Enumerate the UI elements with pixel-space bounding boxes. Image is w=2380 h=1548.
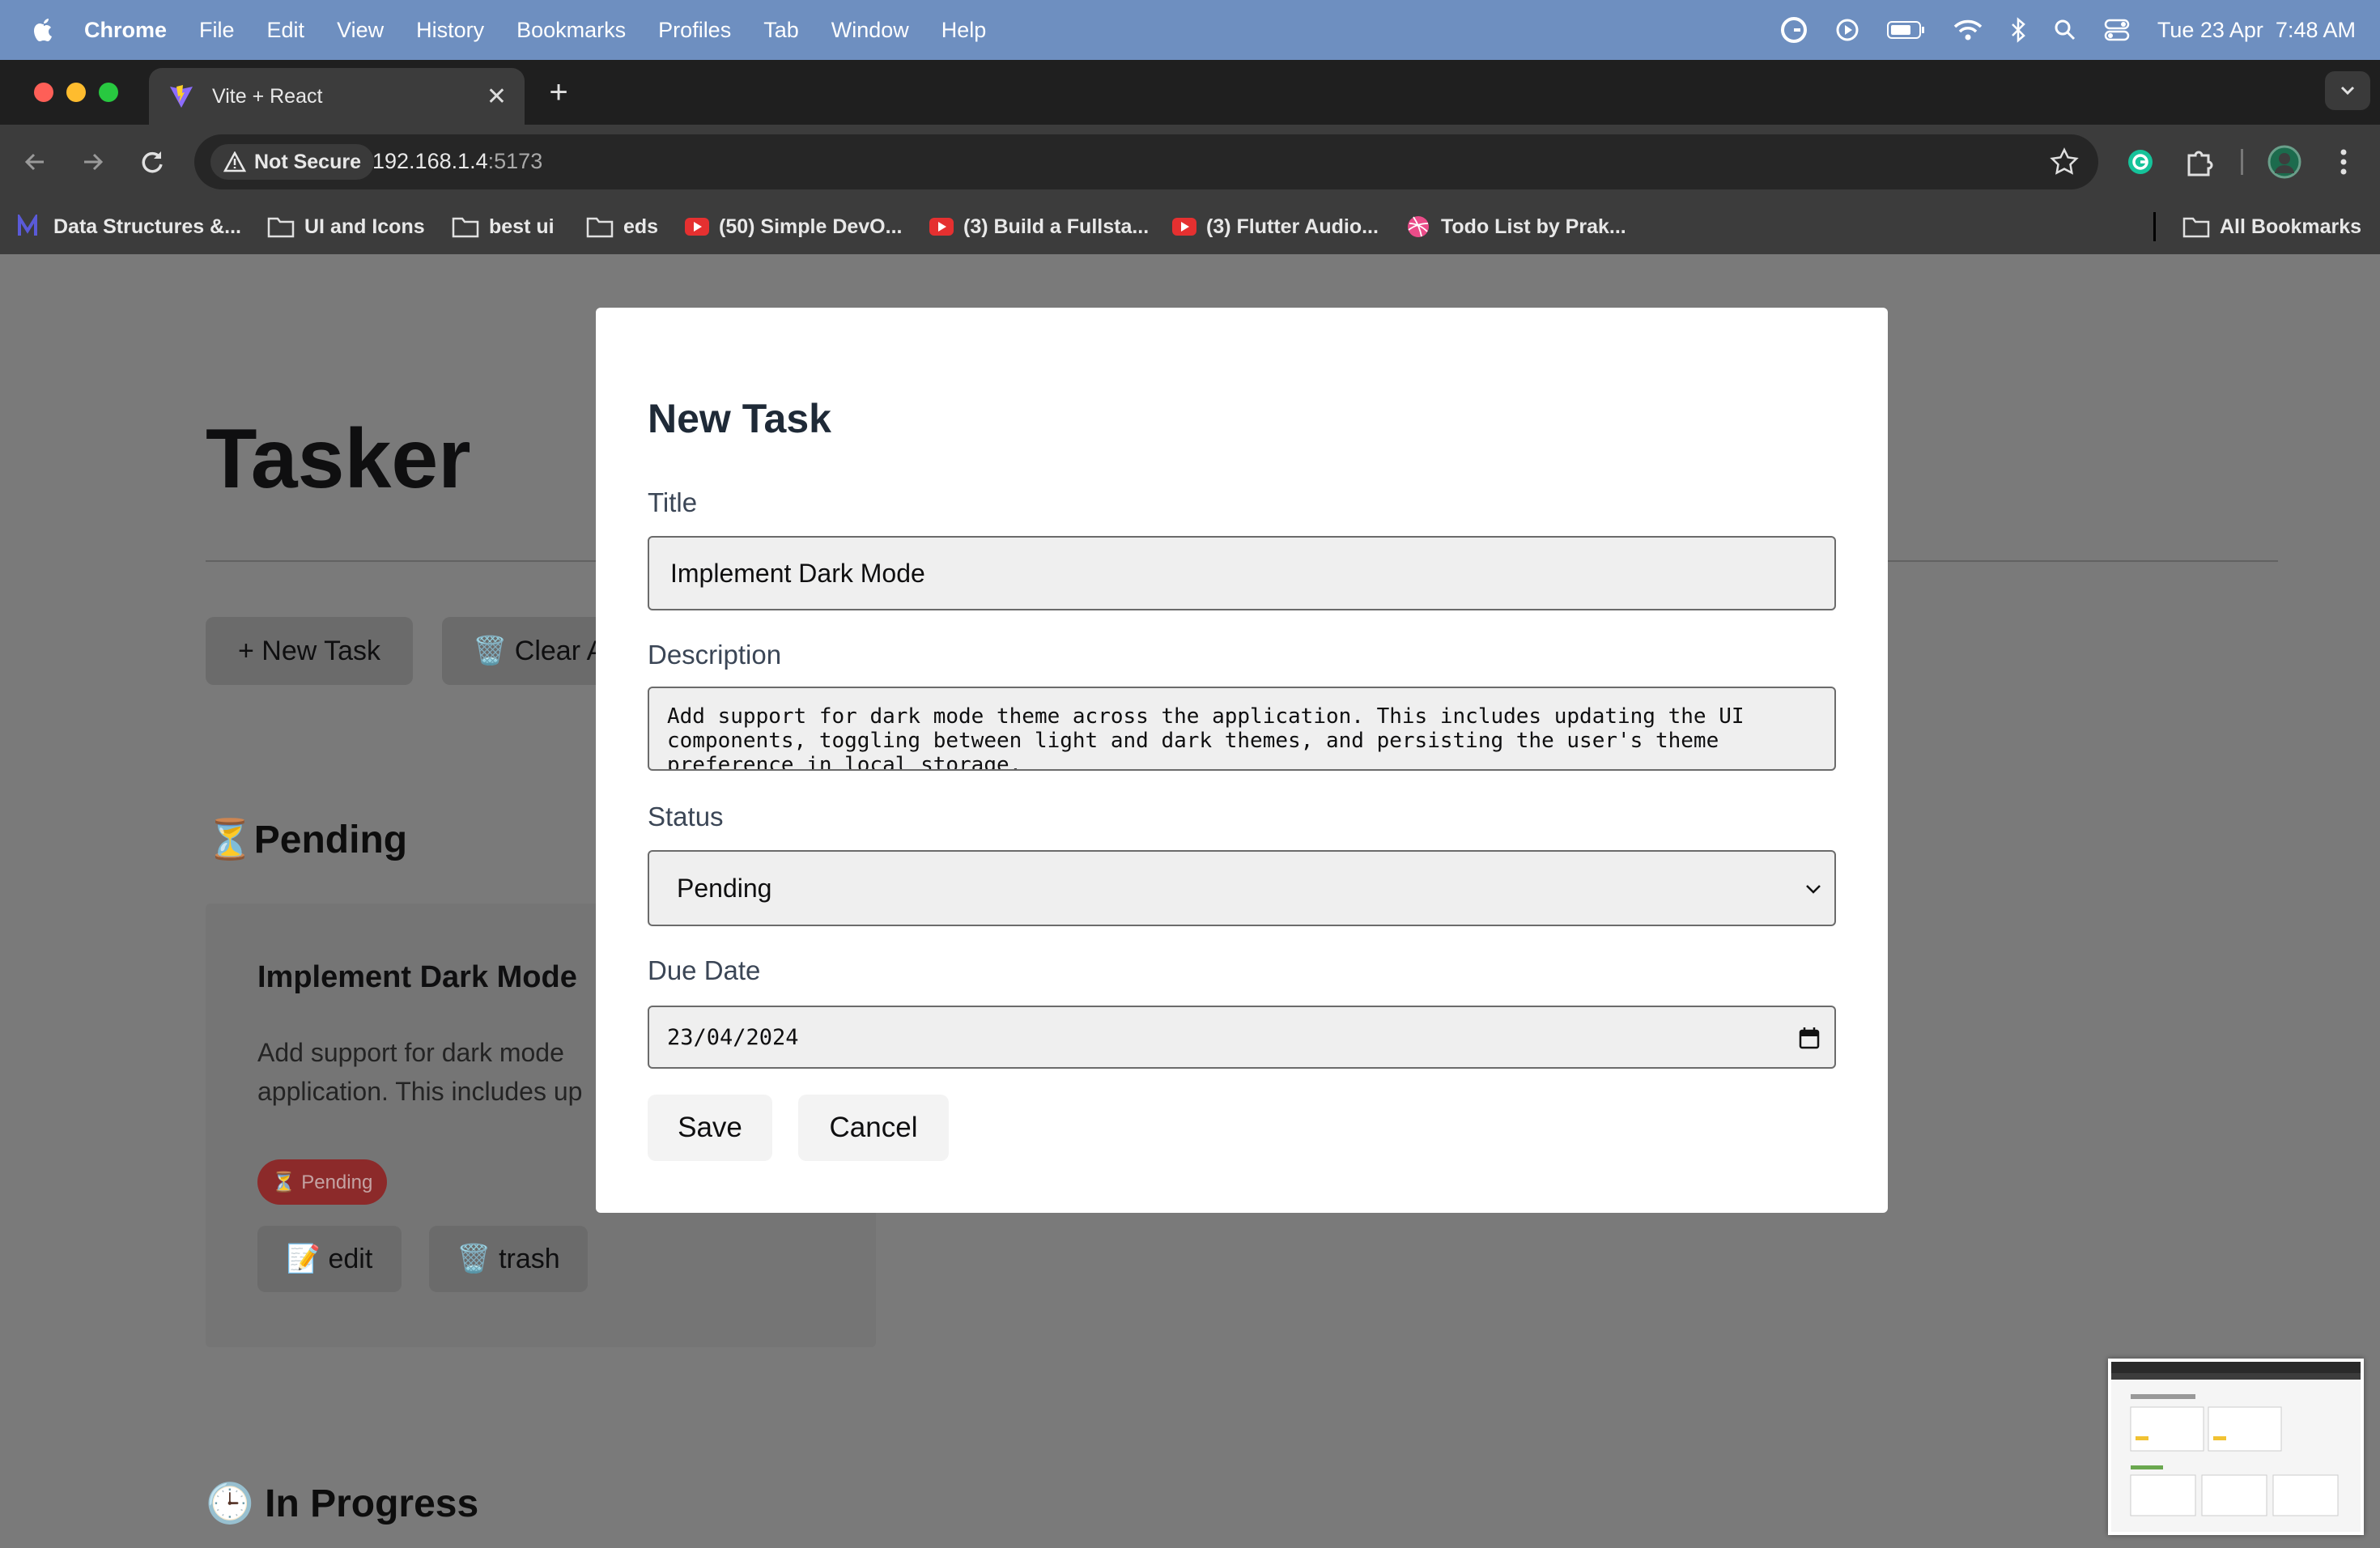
due-date-label: Due Date [648,955,761,985]
back-arrow-icon[interactable] [18,144,53,180]
menu-tab[interactable]: Tab [763,18,799,43]
youtube-icon [685,218,709,236]
url-text: 192.168.1.4:5173 [372,149,543,173]
title-input[interactable]: Implement Dark Mode [648,536,1836,610]
tab-title: Vite + React [212,84,323,108]
chevron-down-icon [2340,86,2355,96]
bookmark-todo-list[interactable]: Todo List by Prak... [1405,199,1626,254]
apple-icon[interactable] [32,17,55,43]
dribbble-icon [1408,216,1429,237]
menu-help[interactable]: Help [941,18,987,43]
description-label: Description [648,640,782,670]
tab-close-icon[interactable]: ✕ [487,83,507,111]
reload-icon[interactable] [134,144,170,180]
warning-icon [223,151,246,172]
youtube-icon [1172,218,1196,236]
status-icons: Tue 23 Apr 7:48 AM [1780,0,2356,60]
youtube-icon [929,218,954,236]
tab-search-button[interactable] [2325,71,2370,110]
status-select-value: Pending [677,873,772,903]
macos-menu-bar: Chrome File Edit View History Bookmarks … [0,0,2380,60]
menu-app-name[interactable]: Chrome [84,18,167,43]
all-bookmarks-button[interactable]: All Bookmarks [2182,199,2361,254]
bookmark-simple-devops[interactable]: (50) Simple DevO... [685,199,902,254]
modal-title: New Task [648,396,831,441]
toolbar-divider [2241,149,2243,175]
bookmark-build-fullstack[interactable]: (3) Build a Fullsta... [929,199,1149,254]
menu-file[interactable]: File [199,18,235,43]
extensions-puzzle-icon[interactable] [2182,144,2215,180]
menu-window[interactable]: Window [831,18,909,43]
close-window-button[interactable] [34,83,53,102]
pending-heading: ⏳Pending [206,819,408,861]
forward-arrow-icon[interactable] [74,144,110,180]
zoom-window-button[interactable] [99,83,118,102]
chevron-down-icon [1806,885,1821,894]
task-card-title: Implement Dark Mode [257,960,577,994]
kebab-menu-icon[interactable] [2331,144,2356,180]
play-icon[interactable] [1835,18,1859,42]
vite-favicon-icon [170,85,193,108]
new-task-modal: New Task Title Implement Dark Mode Descr… [596,308,1888,1213]
spotlight-search-icon[interactable] [2054,19,2076,41]
menu-view[interactable]: View [337,18,384,43]
description-textarea[interactable]: Add support for dark mode theme across t… [648,687,1836,771]
bookmark-ui-and-icons[interactable]: UI and Icons [267,199,425,254]
grammarly-icon[interactable] [1780,16,1808,44]
bookmark-favicon-icon [18,215,37,236]
menu-bookmarks[interactable]: Bookmarks [516,18,626,43]
title-label: Title [648,487,698,517]
battery-icon[interactable] [1886,20,1926,40]
bookmark-star-icon[interactable] [2050,147,2079,176]
bookmarks-bar: Data Structures &... UI and Icons best u… [0,199,2380,254]
wifi-icon[interactable] [1953,19,1983,41]
save-button[interactable]: Save [648,1095,772,1161]
bookmark-data-structures[interactable]: Data Structures &... [18,199,241,254]
tab-active[interactable]: Vite + React ✕ [149,68,525,125]
folder-icon [267,217,295,238]
edit-button[interactable]: 📝 edit [257,1226,402,1292]
folder-icon [586,217,614,238]
due-date-input[interactable]: 23/04/2024 [648,1006,1836,1069]
new-task-button[interactable]: + New Task [206,617,413,685]
not-secure-label: Not Secure [254,150,361,173]
folder-icon [452,217,479,238]
in-progress-heading: 🕒 In Progress [206,1482,479,1525]
thumbnail-preview-image [2111,1362,2361,1516]
folder-icon [2182,217,2210,238]
control-center-icon[interactable] [2104,19,2130,41]
status-label: Status [648,802,724,831]
menu-clock[interactable]: Tue 23 Apr 7:48 AM [2157,18,2356,43]
due-date-value: 23/04/2024 [667,1024,799,1050]
bookmarks-divider [2153,212,2156,241]
menu-edit[interactable]: Edit [267,18,305,43]
address-bar[interactable]: Not Secure 192.168.1.4:5173 [194,134,2098,189]
status-select[interactable]: Pending [648,850,1836,926]
menu-profiles[interactable]: Profiles [658,18,731,43]
bookmark-best-ui[interactable]: best ui [452,199,555,254]
security-indicator[interactable]: Not Secure [210,144,374,180]
cancel-button[interactable]: Cancel [798,1095,949,1161]
bookmark-eds[interactable]: eds [586,199,658,254]
new-tab-button[interactable]: + [541,74,576,110]
bluetooth-icon[interactable] [2010,17,2026,43]
calendar-icon[interactable] [1799,1027,1820,1049]
grammarly-extension-icon[interactable] [2124,144,2157,180]
minimize-window-button[interactable] [66,83,86,102]
bookmark-flutter-audio[interactable]: (3) Flutter Audio... [1172,199,1379,254]
menu-history[interactable]: History [416,18,484,43]
status-badge: ⏳ Pending [257,1159,387,1205]
page-title: Tasker [206,412,471,506]
trash-button[interactable]: 🗑️ trash [429,1226,588,1292]
profile-avatar-icon[interactable] [2267,144,2302,180]
screenshot-thumbnail[interactable] [2108,1359,2364,1535]
